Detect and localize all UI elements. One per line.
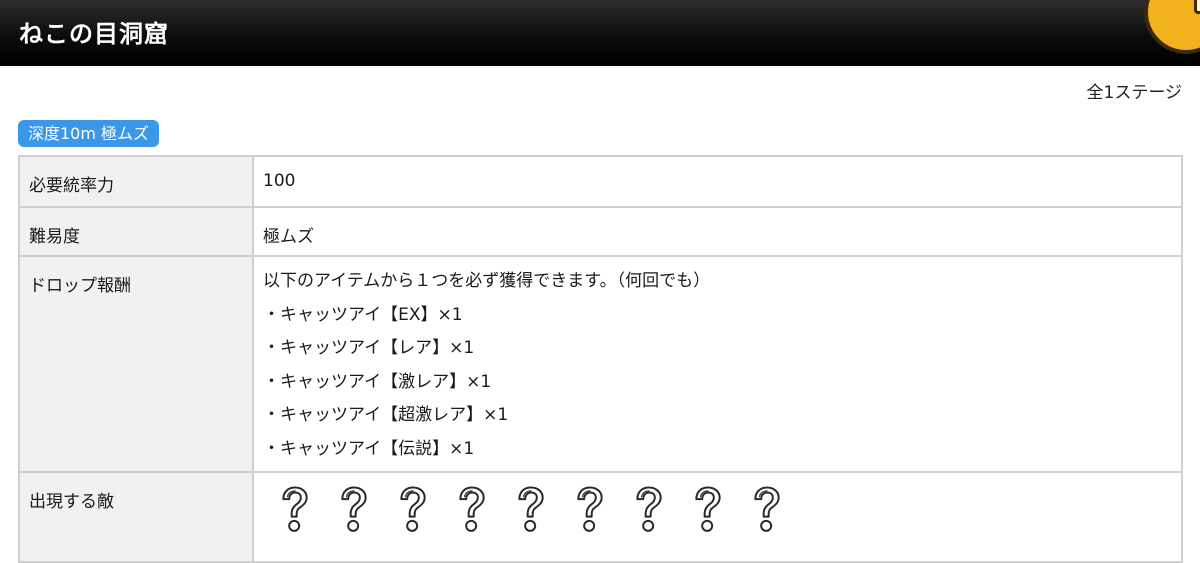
page-title: ねこの目洞窟 [19,20,169,48]
difficulty-label: 難易度 [18,206,254,257]
drop-item: ・キャッツアイ【レア】×1 [263,338,475,358]
unknown-enemy-icon[interactable] [570,485,629,535]
drop-item: ・キャッツアイ【EX】×1 [263,304,463,325]
unknown-enemy-icon[interactable] [334,485,393,535]
drop-list: ・キャッツアイ【EX】×1 ・キャッツアイ【レア】×1 ・キャッツアイ【激レア】… [263,305,1172,459]
enemies-label: 出現する敵 [18,471,254,563]
control-label: 必要統率力 [18,155,254,208]
table-row-difficulty: 難易度 極ムズ [18,206,1183,257]
control-value: 100 [252,155,1183,208]
stage-info-table: 必要統率力 100 難易度 極ムズ ドロップ報酬 以下のアイテムから１つを必ず獲… [18,155,1183,563]
unknown-enemy-icon[interactable] [511,485,570,535]
app-header: ねこの目洞窟 [0,0,1200,66]
table-row-enemies: 出現する敵 [18,471,1183,563]
table-row-control: 必要統率力 100 [18,155,1183,208]
enemies-value [252,471,1183,563]
unknown-enemy-icon[interactable] [275,485,334,535]
unknown-enemy-icon[interactable] [629,485,688,535]
back-arrow-icon[interactable] [1144,0,1200,54]
table-row-drops: ドロップ報酬 以下のアイテムから１つを必ず獲得できます。（何回でも） ・キャッツ… [18,255,1183,473]
unknown-enemy-icon[interactable] [747,485,806,535]
arrow-shape [1194,0,1200,14]
drops-value: 以下のアイテムから１つを必ず獲得できます。（何回でも） ・キャッツアイ【EX】×… [252,255,1183,473]
unknown-enemy-icon[interactable] [452,485,511,535]
unknown-enemy-icon[interactable] [393,485,452,535]
drops-intro: 以下のアイテムから１つを必ず獲得できます。（何回でも） [263,271,711,291]
unknown-enemy-icon[interactable] [688,485,747,535]
drop-item: ・キャッツアイ【伝説】×1 [263,438,475,459]
difficulty-value: 極ムズ [252,206,1183,257]
enemy-list [263,485,1172,535]
drops-label: ドロップ報酬 [18,255,254,473]
stage-tag[interactable]: 深度10m 極ムズ [18,120,160,147]
stage-count: 全1ステージ [1086,83,1182,103]
drop-item: ・キャッツアイ【超激レア】×1 [263,405,509,425]
drop-item: ・キャッツアイ【激レア】×1 [263,371,492,392]
